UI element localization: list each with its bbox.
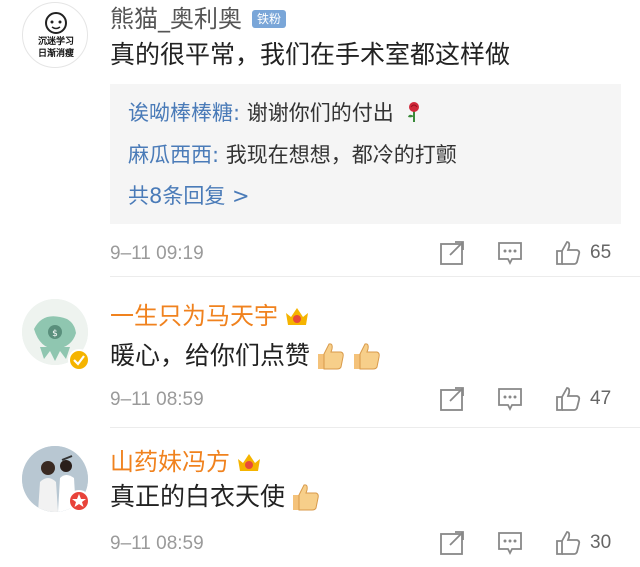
more-replies-link[interactable]: 共8条回复 > [128, 181, 250, 211]
comment-text-content: 暖心，给你们点赞 [110, 341, 311, 370]
comment-item: $ 一生只为马天宇 暖心，给你们点赞 9–11 08:59 47 [0, 277, 640, 427]
avatar[interactable]: 沉迷学习 日渐消瘦 [22, 2, 88, 68]
like-icon[interactable] [554, 385, 582, 413]
reply-user[interactable]: 麻瓜西西: [128, 143, 219, 167]
thumbs-up-emoji-icon [318, 343, 344, 370]
name-row: 山药妹冯方 [110, 445, 262, 479]
reply-item[interactable]: 诶呦棒棒糖: 谢谢你们的付出 [128, 98, 424, 128]
reply-user[interactable]: 诶呦棒棒糖: [128, 101, 240, 125]
share-icon[interactable] [438, 385, 466, 413]
like-icon[interactable] [554, 529, 582, 557]
comment-item: 山药妹冯方 真正的白衣天使 9–11 08:59 30 [0, 428, 640, 567]
comment-text: 真的很平常，我们在手术室都这样做 [110, 40, 511, 69]
comment-icon[interactable] [496, 385, 524, 413]
crown-badge-icon [286, 308, 308, 325]
like-count: 65 [590, 242, 612, 263]
name-row: 一生只为马天宇 [110, 299, 310, 333]
crown-badge-icon [238, 454, 260, 471]
avatar-text-line: 日渐消瘦 [37, 49, 74, 59]
timestamp: 9–11 08:59 [110, 533, 204, 554]
comment-text-content: 真正的白衣天使 [110, 482, 286, 511]
reply-box[interactable]: 诶呦棒棒糖: 谢谢你们的付出 麻瓜西西: 我现在想想，都冷的打颤 共8条回复 > [110, 84, 621, 224]
avatar-text-line: 沉迷学习 [37, 37, 74, 47]
username[interactable]: 一生只为马天宇 [110, 301, 278, 331]
action-bar: 65 [438, 239, 611, 267]
reply-text: 谢谢你们的付出 [240, 101, 394, 125]
rose-icon [408, 102, 420, 122]
comment-item: 沉迷学习 日渐消瘦 熊猫_奥利奥 铁粉 真的很平常，我们在手术室都这样做 诶呦棒… [0, 0, 640, 272]
comment-text: 暖心，给你们点赞 [110, 339, 382, 373]
fan-badge: 铁粉 [252, 10, 287, 28]
like-count: 47 [590, 388, 612, 409]
comment-text: 真正的白衣天使 [110, 480, 321, 514]
username[interactable]: 熊猫_奥利奥 [110, 4, 242, 34]
like-icon[interactable] [554, 239, 582, 267]
reply-text: 我现在想想，都冷的打颤 [219, 143, 457, 167]
verified-badge-icon [68, 490, 90, 512]
reply-item[interactable]: 麻瓜西西: 我现在想想，都冷的打颤 [128, 140, 457, 170]
timestamp: 9–11 08:59 [110, 389, 204, 410]
thumbs-up-emoji-icon [293, 484, 319, 511]
verified-badge-icon [68, 349, 90, 371]
like-count: 30 [590, 532, 612, 553]
comment-icon[interactable] [496, 239, 524, 267]
svg-text:$: $ [52, 329, 58, 339]
comment-icon[interactable] [496, 529, 524, 557]
action-bar: 47 [438, 385, 611, 413]
timestamp: 9–11 09:19 [110, 243, 204, 264]
share-icon[interactable] [438, 239, 466, 267]
share-icon[interactable] [438, 529, 466, 557]
name-row: 熊猫_奥利奥 铁粉 [110, 2, 287, 36]
action-bar: 30 [438, 529, 611, 557]
thumbs-up-emoji-icon [354, 343, 380, 370]
username[interactable]: 山药妹冯方 [110, 447, 230, 477]
